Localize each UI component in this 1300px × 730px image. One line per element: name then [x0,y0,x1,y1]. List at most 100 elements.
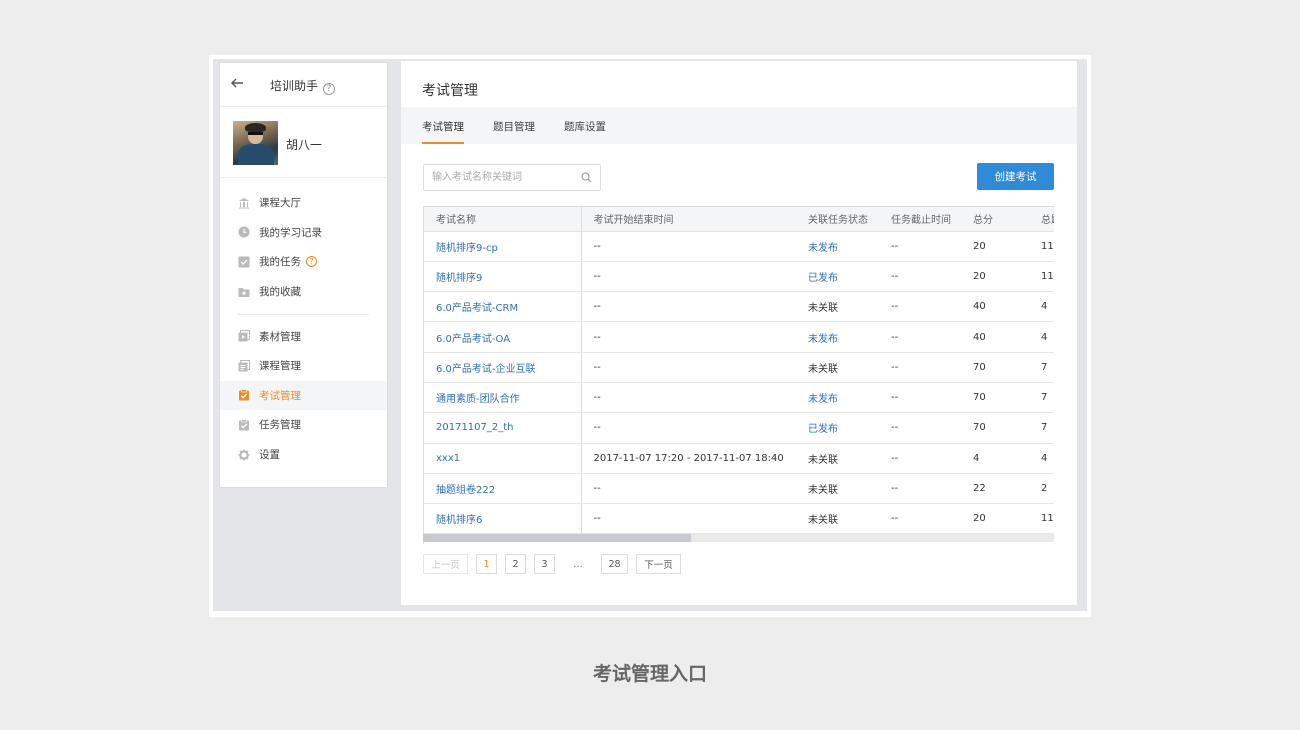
time-range-cell: -- [581,291,796,323]
table-row[interactable]: 抽题组卷222 -- 未关联 -- 22 2 [424,473,1054,505]
column-header-total-score[interactable]: 总分 [961,207,1029,232]
app-title-text: 培训助手 [270,79,319,93]
exam-name-link[interactable]: 随机排序9-cp [424,231,582,262]
table-body: 随机排序9-cp -- 未发布 -- 20 11 随机排序9 -- 已发布 -- 20 11 6.0产品… [424,231,1054,535]
create-exam-button[interactable]: 创建考试 [977,163,1054,190]
column-header-time-range[interactable]: 考试开始结束时间 [581,207,796,232]
sidebar-item-label: 任务管理 [259,419,301,432]
sidebar: 培训助手? 胡八一 课程大厅 我的学习记录 我的任务 ? 我的收藏 素材管理 课… [219,62,388,488]
sidebar-item-task-management[interactable]: 任务管理 [220,410,387,440]
task-status-cell: 未关联 [796,352,879,383]
pagination: 上一页 1 2 3 ... 28 下一页 [423,554,689,574]
exam-clipboard-icon [238,389,250,401]
app-window: 培训助手? 胡八一 课程大厅 我的学习记录 我的任务 ? 我的收藏 素材管理 课… [213,59,1087,611]
table-row[interactable]: 6.0产品考试-OA -- 未发布 -- 40 4 [424,321,1054,353]
task-status-cell: 未关联 [796,291,879,323]
tab-question-management[interactable]: 题目管理 [493,119,535,134]
user-name: 胡八一 [286,138,323,152]
search-icon[interactable] [581,172,592,183]
exam-name-link[interactable]: xxx1 [424,443,582,474]
table-row[interactable]: 20171107_2_th -- 已发布 -- 70 7 [424,412,1054,444]
page-button-1[interactable]: 1 [476,554,497,574]
table-row[interactable]: 通用素质-团队合作 -- 未发布 -- 70 7 [424,382,1054,414]
total-questions-cell: 11 [1029,231,1054,262]
exam-name-link[interactable]: 6.0产品考试-OA [424,321,582,353]
sidebar-item-label: 我的任务 [259,256,301,269]
sidebar-item-learning-records[interactable]: 我的学习记录 [220,218,387,248]
total-score-cell: 40 [961,321,1029,353]
sidebar-item-course-hall[interactable]: 课程大厅 [220,188,387,218]
tab-bar: 考试管理 题目管理 题库设置 [401,107,1077,144]
total-score-cell: 70 [961,352,1029,383]
column-header-total-questions[interactable]: 总题 [1029,207,1054,232]
sidebar-item-label: 考试管理 [259,389,301,402]
search-input[interactable] [424,165,574,190]
sidebar-item-settings[interactable]: 设置 [220,440,387,470]
sidebar-item-exam-management[interactable]: 考试管理 [220,380,387,411]
task-check-icon [238,256,250,268]
time-range-cell: -- [581,231,796,262]
horizontal-scrollbar[interactable] [423,534,1054,542]
next-page-button[interactable]: 下一页 [636,554,681,574]
total-questions-cell: 2 [1029,473,1054,505]
deadline-cell: -- [879,503,961,535]
task-status-cell[interactable]: 未发布 [796,321,879,353]
table-row[interactable]: 随机排序6 -- 未关联 -- 20 11 [424,503,1054,535]
tab-exam-management[interactable]: 考试管理 [422,119,464,134]
exam-name-link[interactable]: 20171107_2_th [424,412,582,444]
help-icon[interactable]: ? [306,256,317,268]
total-score-cell: 70 [961,382,1029,414]
menu-divider [238,314,369,316]
task-status-cell[interactable]: 未发布 [796,382,879,414]
page-button-3[interactable]: 3 [534,554,555,574]
help-icon[interactable]: ? [323,83,336,95]
gear-icon [238,449,250,461]
total-score-cell: 20 [961,261,1029,293]
task-status-cell[interactable]: 已发布 [796,261,879,293]
scrollbar-thumb[interactable] [423,534,691,542]
table-row[interactable]: 6.0产品考试-企业互联 -- 未关联 -- 70 7 [424,352,1054,383]
screenshot-frame: 培训助手? 胡八一 课程大厅 我的学习记录 我的任务 ? 我的收藏 素材管理 课… [209,55,1091,617]
search-box [423,164,601,191]
column-header-task-status[interactable]: 关联任务状态 [796,207,879,232]
sidebar-item-material-management[interactable]: 素材管理 [220,321,387,351]
main-content: 考试管理 考试管理 题目管理 题库设置 创建考试 [401,61,1077,605]
table-row[interactable]: 随机排序9 -- 已发布 -- 20 11 [424,261,1054,293]
course-icon [238,359,250,372]
table-row[interactable]: 随机排序9-cp -- 未发布 -- 20 11 [424,231,1054,262]
table-row[interactable]: 6.0产品考试-CRM -- 未关联 -- 40 4 [424,291,1054,323]
app-title: 培训助手? [270,77,336,95]
exam-name-link[interactable]: 6.0产品考试-CRM [424,291,582,323]
sidebar-item-course-management[interactable]: 课程管理 [220,351,387,381]
exam-name-link[interactable]: 随机排序9 [424,261,582,293]
page-button-2[interactable]: 2 [505,554,526,574]
exam-name-link[interactable]: 随机排序6 [424,503,582,535]
table-row[interactable]: xxx1 2017-11-07 17:20 - 2017-11-07 18:40 未… [424,443,1054,474]
tab-question-bank-settings[interactable]: 题库设置 [564,119,606,134]
sidebar-item-label: 课程大厅 [259,197,301,210]
column-header-exam-name[interactable]: 考试名称 [424,207,582,232]
total-questions-cell: 7 [1029,412,1054,444]
total-questions-cell: 7 [1029,352,1054,383]
exam-table: 考试名称 考试开始结束时间 关联任务状态 任务截止时间 总分 总题 随机排序9-… [423,206,1054,544]
time-range-cell: -- [581,261,796,293]
prev-page-button[interactable]: 上一页 [423,554,468,574]
time-range-cell: -- [581,321,796,353]
exam-name-link[interactable]: 通用素质-团队合作 [424,382,582,414]
task-status-cell[interactable]: 未发布 [796,231,879,262]
exam-name-link[interactable]: 6.0产品考试-企业互联 [424,352,582,383]
sidebar-item-my-tasks[interactable]: 我的任务 ? [220,247,387,277]
page-button-last[interactable]: 28 [601,554,628,574]
exam-name-link[interactable]: 抽题组卷222 [424,473,582,505]
sidebar-item-favorites[interactable]: 我的收藏 [220,277,387,307]
task-status-cell[interactable]: 已发布 [796,412,879,444]
page-title: 考试管理 [422,83,478,99]
deadline-cell: -- [879,291,961,323]
total-score-cell: 4 [961,443,1029,474]
task-status-cell: 未关联 [796,473,879,505]
time-range-cell: -- [581,412,796,444]
arrow-left-icon[interactable] [230,76,246,92]
column-header-task-deadline[interactable]: 任务截止时间 [879,207,961,232]
avatar[interactable] [233,121,278,165]
time-range-cell: -- [581,503,796,535]
